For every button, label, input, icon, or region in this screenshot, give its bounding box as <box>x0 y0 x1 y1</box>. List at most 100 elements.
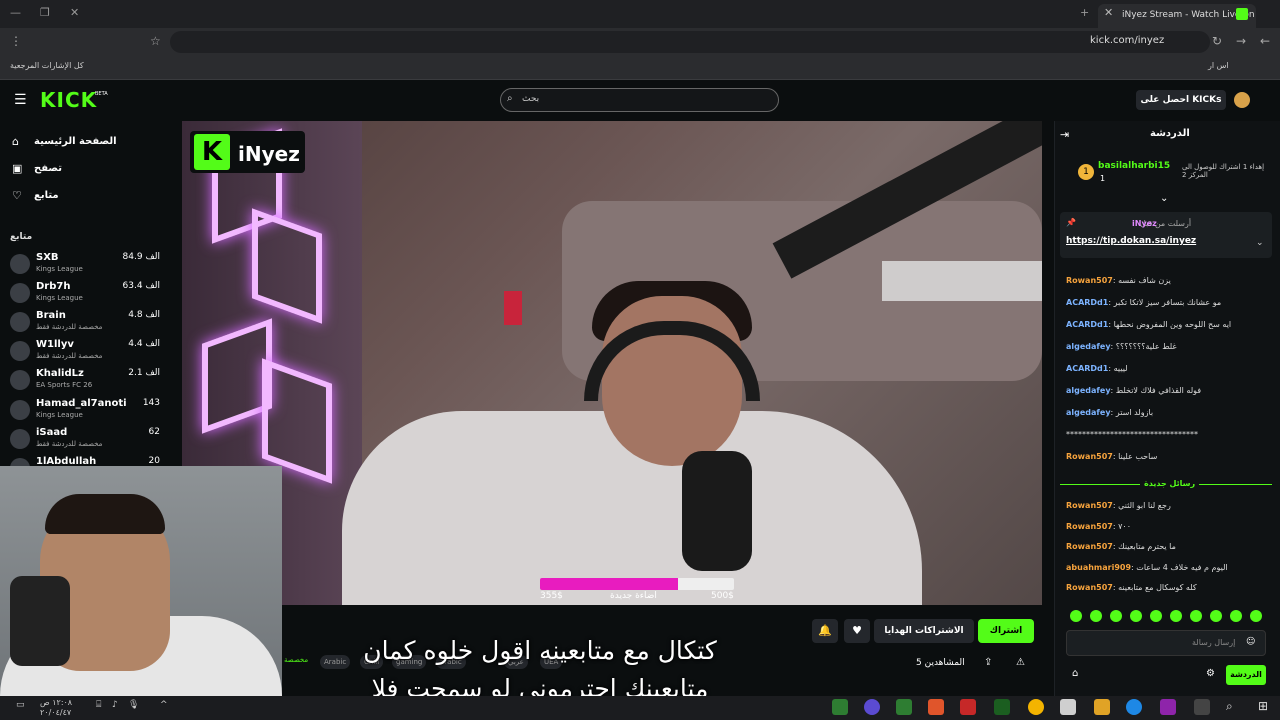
chat-username[interactable]: algedafey <box>1066 408 1111 417</box>
chat-text: ايه سح اللوحه وين المفروض نحطها <box>1113 320 1232 329</box>
chat-text: ليييه <box>1113 364 1128 373</box>
gift-subs-button[interactable]: الاشتراكات الهدايا <box>874 619 974 643</box>
beta-badge: BETA <box>95 91 108 97</box>
emote-icon[interactable] <box>1250 610 1262 622</box>
settings-gear-icon[interactable]: ⚙ <box>1206 668 1215 679</box>
all-bookmarks[interactable]: كل الإشارات المرجعية <box>10 61 84 70</box>
avatar <box>10 254 30 274</box>
chat-username[interactable]: Rowan507 <box>1066 276 1113 285</box>
chat-username[interactable]: Rowan507 <box>1066 583 1113 592</box>
emote-icon[interactable] <box>1210 610 1222 622</box>
video-player[interactable] <box>182 121 1042 605</box>
bookmark-star-icon[interactable]: ☆ <box>150 34 161 48</box>
emote-icon[interactable] <box>1130 610 1142 622</box>
user-avatar[interactable] <box>1234 92 1250 108</box>
chat-username[interactable]: Rowan507 <box>1066 452 1113 461</box>
app-icon[interactable] <box>864 699 880 715</box>
emote-icon[interactable] <box>1190 610 1202 622</box>
search-icon[interactable]: ⌕ <box>1226 699 1233 714</box>
tray-arrow-icon[interactable]: ^ <box>160 700 168 710</box>
volume-icon[interactable]: ♪ <box>112 700 118 710</box>
emote-icon[interactable] <box>1070 610 1082 622</box>
app-icon[interactable] <box>960 699 976 715</box>
channel-item[interactable]: Hamad_al7anoti Kings League 143 <box>10 397 160 425</box>
menu-dots-icon[interactable]: ⋮ <box>10 34 22 48</box>
app-icon[interactable] <box>994 699 1010 715</box>
collapse-chat-icon[interactable]: ⇥ <box>1060 128 1069 141</box>
url-text[interactable]: kick.com/inyez <box>1090 35 1164 46</box>
top-gifter[interactable]: basilalharbi15 <box>1098 161 1170 171</box>
close-window-icon[interactable]: ✕ <box>70 6 79 19</box>
chat-text: غلط علية؟؟؟؟؟؟؟ <box>1115 342 1177 351</box>
tab-kick[interactable]: iNyez Stream - Watch Live on K <box>1098 4 1256 28</box>
network-icon[interactable]: ⌸ <box>96 700 101 710</box>
follow-heart-icon[interactable]: ♥ <box>844 619 870 643</box>
get-kicks-button[interactable]: احصل على KICKs <box>1136 90 1226 110</box>
emote-icon[interactable] <box>1150 610 1162 622</box>
chat-username[interactable]: Rowan507 <box>1066 522 1113 531</box>
taskview-icon[interactable] <box>1194 699 1210 715</box>
emote-icon[interactable] <box>1110 610 1122 622</box>
chat-input[interactable] <box>1066 630 1266 656</box>
pinned-user[interactable]: iNyez <box>1132 219 1157 228</box>
chat-username[interactable]: ACARDd1 <box>1066 364 1108 373</box>
channel-item[interactable]: SXB Kings League 84.9 الف <box>10 251 160 279</box>
emote-icon[interactable] <box>1230 610 1242 622</box>
nav-browse[interactable]: تصفح <box>34 163 62 174</box>
expand-pin-icon[interactable]: ⌄ <box>1256 238 1264 248</box>
notification-icon[interactable]: ▭ <box>16 700 25 710</box>
channel-item[interactable]: iSaad مخصصة للدردشة فقط 62 <box>10 426 160 454</box>
restore-icon[interactable]: ❐ <box>40 6 50 19</box>
back-icon[interactable]: ← <box>1260 34 1270 48</box>
subscribe-button[interactable]: اشتراك <box>978 619 1034 643</box>
red-cup <box>504 291 522 325</box>
channel-item[interactable]: KhalidLz EA Sports FC 26 2.1 الف <box>10 367 160 395</box>
store-icon[interactable] <box>1060 699 1076 715</box>
chat-username[interactable]: Rowan507 <box>1066 501 1113 510</box>
chat-username[interactable]: abuahmari909 <box>1066 563 1131 572</box>
kick-logo[interactable]: KICK <box>40 88 97 112</box>
folder-icon[interactable] <box>1094 699 1110 715</box>
microphone <box>682 451 752 571</box>
bookmarks-bar <box>0 56 1280 80</box>
search-input[interactable] <box>500 88 779 112</box>
nav-home[interactable]: الصفحة الرئيسية <box>34 136 117 147</box>
chat-username[interactable]: ACARDd1 <box>1066 320 1108 329</box>
emote-icon[interactable] <box>1090 610 1102 622</box>
app-icon[interactable] <box>896 699 912 715</box>
channel-item[interactable]: Drb7h Kings League 63.4 الف <box>10 280 160 308</box>
windows-start-icon[interactable]: ⊞ <box>1258 699 1268 713</box>
channel-item[interactable]: Brain مخصصة للدردشة فقط 4.8 الف <box>10 309 160 337</box>
profile-label[interactable]: اس ار <box>1208 61 1229 70</box>
emoji-icon[interactable]: ☺ <box>1246 637 1255 647</box>
chevron-down-icon[interactable]: ⌄ <box>1160 193 1168 204</box>
address-bar[interactable] <box>170 31 1210 53</box>
chrome-icon[interactable] <box>1028 699 1044 715</box>
chat-username[interactable]: Rowan507 <box>1066 542 1113 551</box>
copilot-icon[interactable] <box>1160 699 1176 715</box>
edge-icon[interactable] <box>1126 699 1142 715</box>
chat-send-button[interactable]: الدردشة <box>1226 665 1266 685</box>
pinned-link[interactable]: https://tip.dokan.sa/inyez <box>1066 236 1196 246</box>
chat-username[interactable]: algedafey <box>1066 342 1111 351</box>
report-icon[interactable]: ⚠ <box>1016 657 1025 668</box>
reload-icon[interactable]: ↻ <box>1212 34 1222 48</box>
channel-item[interactable]: W1llyv مخصصة للدردشة فقط 4.4 الف <box>10 338 160 366</box>
hamburger-icon[interactable]: ☰ <box>14 92 27 108</box>
chat-message: algedafey: فوله القذافي فلاك لاتخلط <box>1066 386 1266 395</box>
share-icon[interactable]: ⇪ <box>984 657 992 668</box>
forward-icon[interactable]: → <box>1236 34 1246 48</box>
rewards-icon[interactable]: ⌂ <box>1072 668 1078 679</box>
mic-icon[interactable]: 🎙 <box>128 700 139 710</box>
chat-username[interactable]: ACARDd1 <box>1066 298 1108 307</box>
nav-following[interactable]: متابع <box>34 190 59 201</box>
chat-username[interactable]: algedafey <box>1066 386 1111 395</box>
emote-icon[interactable] <box>1170 610 1182 622</box>
app-icon[interactable] <box>832 699 848 715</box>
notify-bell-icon[interactable]: 🔔 <box>812 619 838 643</box>
minimize-icon[interactable]: — <box>10 6 21 19</box>
app-icon[interactable] <box>928 699 944 715</box>
new-tab-icon[interactable]: + <box>1080 6 1089 19</box>
channel-category: EA Sports FC 26 <box>36 381 93 389</box>
close-tab-icon[interactable]: ✕ <box>1104 6 1113 19</box>
